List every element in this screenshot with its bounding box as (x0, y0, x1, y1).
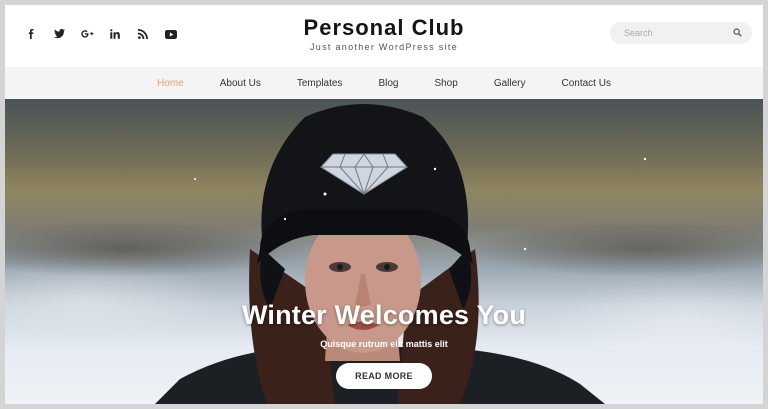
site-header: Personal Club Just another WordPress sit… (5, 5, 763, 67)
nav-item-about-us[interactable]: About Us (220, 78, 261, 89)
hero-subtitle: Quisque rutrum elit mattis elit (320, 339, 448, 349)
hero-title: Winter Welcomes You (241, 300, 527, 330)
nav-item-home[interactable]: Home (157, 78, 184, 89)
nav-item-gallery[interactable]: Gallery (494, 78, 526, 89)
hero-slider: Winter Welcomes You Quisque rutrum elit … (5, 99, 763, 404)
hero-caption: Winter Welcomes You Quisque rutrum elit … (5, 299, 763, 389)
nav-item-shop[interactable]: Shop (434, 78, 457, 89)
nav-item-templates[interactable]: Templates (297, 78, 343, 89)
search-icon[interactable] (733, 24, 742, 42)
main-navigation: Home About Us Templates Blog Shop Galler… (5, 67, 763, 99)
nav-item-contact-us[interactable]: Contact Us (562, 78, 611, 89)
nav-item-blog[interactable]: Blog (378, 78, 398, 89)
search-box (610, 22, 752, 44)
read-more-button[interactable]: READ MORE (336, 363, 432, 389)
search-input[interactable] (624, 28, 724, 38)
page-frame: Personal Club Just another WordPress sit… (5, 5, 763, 404)
